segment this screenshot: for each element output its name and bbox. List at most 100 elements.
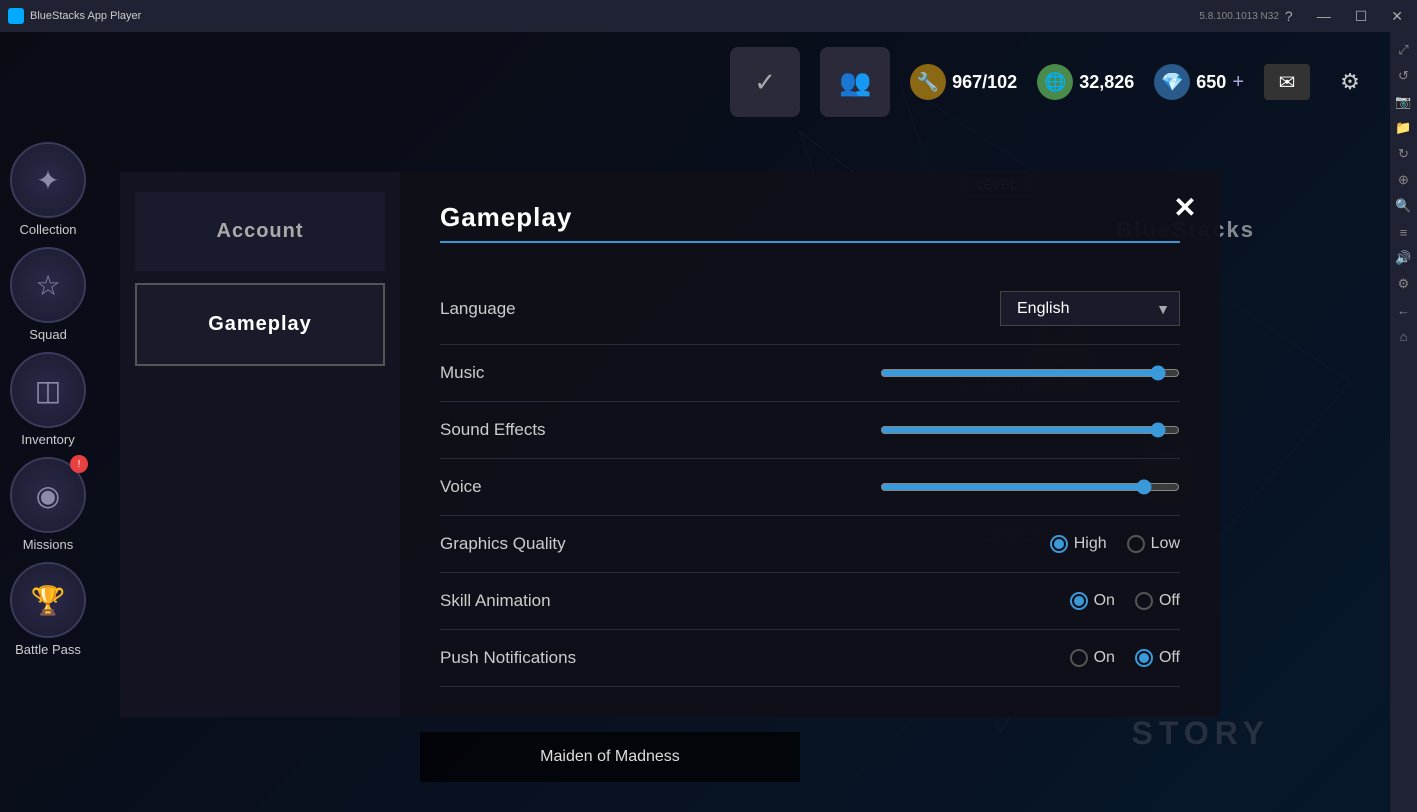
sidebar-item-battlepass[interactable]: 🏆 Battle Pass xyxy=(10,562,86,657)
squad-icon: ☆ xyxy=(10,247,86,323)
sidebar-item-inventory[interactable]: ◫ Inventory xyxy=(10,352,86,447)
language-select[interactable]: English Korean Japanese Chinese xyxy=(1000,291,1180,326)
voice-label: Voice xyxy=(440,477,482,497)
gem-value: 32,826 xyxy=(1079,72,1134,93)
voice-slider[interactable] xyxy=(880,479,1180,495)
topbar-gem: 🌐 32,826 xyxy=(1037,64,1134,100)
sidebar-home-btn[interactable]: ⌂ xyxy=(1394,326,1414,346)
close-button[interactable]: ✕ xyxy=(1385,6,1409,27)
graphics-low-option[interactable]: Low xyxy=(1127,535,1180,553)
skill-animation-on-option[interactable]: On xyxy=(1070,592,1115,610)
sidebar-volume-btn[interactable]: 🔊 xyxy=(1394,248,1414,268)
sidebar-item-missions[interactable]: ◉ ! Missions xyxy=(10,457,86,552)
sidebar-folder-btn[interactable]: 📁 xyxy=(1394,118,1414,138)
sidebar-back-btn[interactable]: ← xyxy=(1394,300,1414,320)
inventory-label: Inventory xyxy=(21,432,74,447)
skill-animation-off-label: Off xyxy=(1159,592,1180,610)
skill-animation-off-radio[interactable] xyxy=(1135,592,1153,610)
graphics-low-radio[interactable] xyxy=(1127,535,1145,553)
topbar-diamond: 💎 650 + xyxy=(1154,64,1244,100)
graphics-quality-row: Graphics Quality High Low xyxy=(440,516,1180,573)
language-row: Language English Korean Japanese Chinese… xyxy=(440,273,1180,345)
sound-effects-label: Sound Effects xyxy=(440,420,546,440)
sidebar-item-squad[interactable]: ☆ Squad xyxy=(10,247,86,342)
title-bar: BlueStacks App Player 5.8.100.1013 N32 ?… xyxy=(0,0,1417,32)
settings-tabs-panel: Account Gameplay xyxy=(120,172,400,717)
skill-animation-row: Skill Animation On Off xyxy=(440,573,1180,630)
music-control xyxy=(880,365,1180,381)
squad-label: Squad xyxy=(29,327,67,342)
topbar-checkin[interactable]: ✓ xyxy=(730,47,800,117)
app-logo xyxy=(8,8,24,24)
right-sidebar: ⤢ ↺ 📷 📁 ↻ ⊕ 🔍 ≡ 🔊 ⚙ ← ⌂ xyxy=(1390,32,1417,812)
push-notifications-off-option[interactable]: Off xyxy=(1135,649,1180,667)
help-button[interactable]: ? xyxy=(1279,6,1299,26)
settings-title-underline xyxy=(440,241,1180,243)
settings-content-panel: ✕ Gameplay Language English Korean Japan… xyxy=(400,172,1220,717)
diamond-plus[interactable]: + xyxy=(1232,71,1244,94)
sound-effects-control xyxy=(880,422,1180,438)
sidebar-search-btn[interactable]: 🔍 xyxy=(1394,196,1414,216)
topbar-settings-icon[interactable]: ⚙ xyxy=(1330,62,1370,102)
push-notifications-label: Push Notifications xyxy=(440,648,576,668)
maiden-banner: Maiden of Madness xyxy=(420,732,800,782)
sidebar-settings-btn[interactable]: ⚙ xyxy=(1394,274,1414,294)
push-notifications-on-radio[interactable] xyxy=(1070,649,1088,667)
missions-label: Missions xyxy=(23,537,74,552)
graphics-high-option[interactable]: High xyxy=(1050,535,1107,553)
skill-animation-control: On Off xyxy=(1070,592,1180,610)
app-version: 5.8.100.1013 N32 xyxy=(1199,11,1279,22)
inventory-icon: ◫ xyxy=(10,352,86,428)
settings-modal: Account Gameplay ✕ Gameplay Language xyxy=(120,172,1220,717)
graphics-quality-control: High Low xyxy=(1050,535,1180,553)
sidebar-item-collection[interactable]: ✦ Collection xyxy=(10,142,86,237)
topbar-friends[interactable]: 👥 xyxy=(820,47,890,117)
tab-account[interactable]: Account xyxy=(135,192,385,271)
music-slider[interactable] xyxy=(880,365,1180,381)
minimize-button[interactable]: — xyxy=(1311,6,1337,26)
voice-row: Voice xyxy=(440,459,1180,516)
music-label: Music xyxy=(440,363,484,383)
settings-close-button[interactable]: ✕ xyxy=(1165,187,1205,227)
sidebar-rotate-btn[interactable]: ↺ xyxy=(1394,66,1414,86)
push-notifications-off-label: Off xyxy=(1159,649,1180,667)
sidebar-layers-btn[interactable]: ≡ xyxy=(1394,222,1414,242)
sidebar-expand-btn[interactable]: ⤢ xyxy=(1394,40,1414,60)
battlepass-icon: 🏆 xyxy=(10,562,86,638)
tab-gameplay[interactable]: Gameplay xyxy=(135,283,385,366)
language-label: Language xyxy=(440,299,516,319)
skill-animation-off-option[interactable]: Off xyxy=(1135,592,1180,610)
battlepass-label: Battle Pass xyxy=(15,642,81,657)
settings-title: Gameplay xyxy=(440,202,1180,233)
sidebar-controls-btn[interactable]: ⊕ xyxy=(1394,170,1414,190)
window-controls: ? — ☐ ✕ xyxy=(1279,6,1409,27)
skill-animation-on-radio[interactable] xyxy=(1070,592,1088,610)
app-title: BlueStacks App Player xyxy=(30,10,1195,22)
sidebar-screenshot-btn[interactable]: 📷 xyxy=(1394,92,1414,112)
graphics-high-radio[interactable] xyxy=(1050,535,1068,553)
voice-control xyxy=(880,479,1180,495)
graphics-low-label: Low xyxy=(1151,535,1180,553)
graphics-high-label: High xyxy=(1074,535,1107,553)
language-control: English Korean Japanese Chinese ▼ xyxy=(1000,291,1180,326)
maximize-button[interactable]: ☐ xyxy=(1349,6,1374,27)
left-sidebar: ✦ Collection ☆ Squad ◫ Inventory ◉ ! Mis… xyxy=(10,142,86,657)
topbar-gold: 🔧 967/102 xyxy=(910,64,1017,100)
sound-effects-slider[interactable] xyxy=(880,422,1180,438)
game-topbar: ✓ 👥 🔧 967/102 🌐 32,826 💎 650 + ✉ ⚙ xyxy=(0,32,1390,132)
push-notifications-on-option[interactable]: On xyxy=(1070,649,1115,667)
topbar-mail[interactable]: ✉ xyxy=(1264,64,1310,100)
language-dropdown-wrap: English Korean Japanese Chinese ▼ xyxy=(1000,291,1180,326)
sidebar-refresh-btn[interactable]: ↻ xyxy=(1394,144,1414,164)
collection-label: Collection xyxy=(19,222,76,237)
gold-value: 967/102 xyxy=(952,72,1017,93)
skill-animation-label: Skill Animation xyxy=(440,591,551,611)
push-notifications-on-label: On xyxy=(1094,649,1115,667)
push-notifications-row: Push Notifications On Off xyxy=(440,630,1180,687)
missions-icon: ◉ ! xyxy=(10,457,86,533)
push-notifications-off-radio[interactable] xyxy=(1135,649,1153,667)
graphics-quality-label: Graphics Quality xyxy=(440,534,566,554)
push-notifications-control: On Off xyxy=(1070,649,1180,667)
collection-icon: ✦ xyxy=(10,142,86,218)
music-row: Music xyxy=(440,345,1180,402)
